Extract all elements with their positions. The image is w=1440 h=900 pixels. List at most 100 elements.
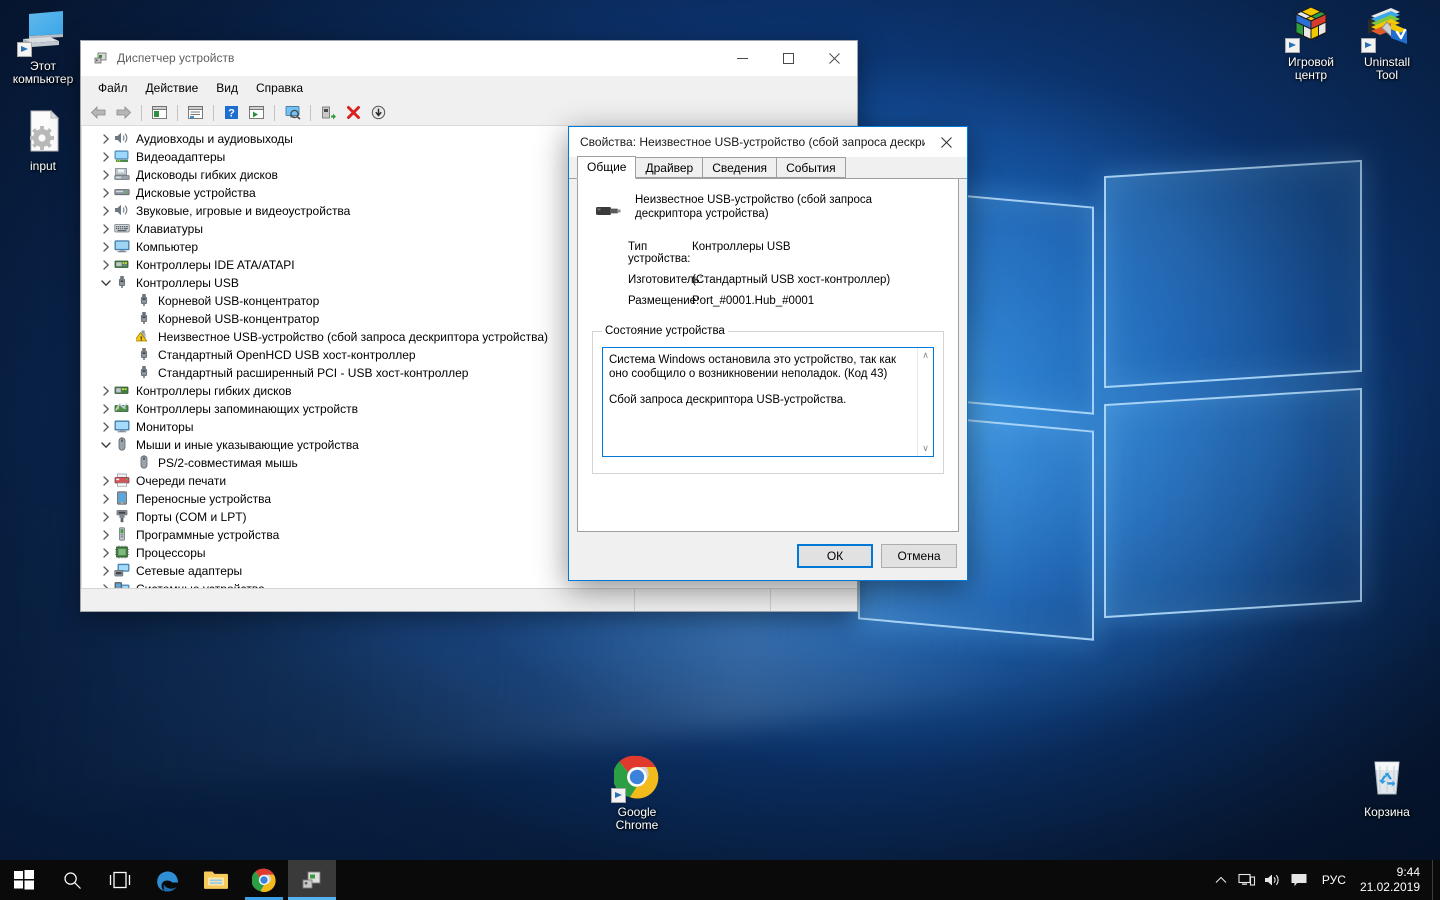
forward-button[interactable] [112, 102, 135, 124]
uninstall-device-button[interactable] [342, 102, 365, 124]
toolbar-separator-1 [141, 104, 142, 121]
cancel-button[interactable]: Отмена [881, 544, 957, 568]
device-manager-toolbar[interactable]: ? [81, 100, 857, 126]
chevron-right-icon[interactable] [98, 509, 114, 525]
wallpaper-pane-2 [1104, 159, 1362, 389]
device-tree-item-label: Очереди печати [136, 474, 227, 488]
device-manager-title: Диспетчер устройств [117, 51, 235, 65]
device-status-legend: Состояние устройства [605, 325, 725, 337]
back-button[interactable] [87, 102, 110, 124]
properties-tabstrip[interactable]: Общие Драйвер Сведения События [569, 156, 967, 179]
tab-события[interactable]: События [776, 157, 846, 178]
chevron-down-icon[interactable] [98, 275, 114, 291]
properties-button[interactable] [148, 102, 171, 124]
chevron-down-icon[interactable] [98, 437, 114, 453]
maximize-button[interactable] [765, 41, 811, 76]
chevron-right-icon[interactable] [98, 581, 114, 588]
update-driver-button[interactable] [245, 102, 268, 124]
tab-драйвер[interactable]: Драйвер [635, 157, 704, 178]
edge-icon[interactable] [144, 860, 192, 900]
desktop-icon-google-chrome[interactable]: Google Chrome [598, 754, 676, 832]
tab-сведения[interactable]: Сведения [702, 157, 778, 178]
chevron-right-icon[interactable] [98, 185, 114, 201]
chevron-right-icon[interactable] [98, 239, 114, 255]
clock[interactable]: 9:44 21.02.2019 [1356, 860, 1432, 900]
toolbar-separator-3 [213, 104, 214, 121]
ok-button[interactable]: ОК [797, 544, 873, 568]
chevron-right-icon[interactable] [98, 527, 114, 543]
chevron-right-icon[interactable] [98, 167, 114, 183]
floppy-controller-icon [114, 383, 131, 399]
scroll-down-arrow[interactable]: ∨ [922, 443, 929, 454]
chevron-right-icon[interactable] [98, 383, 114, 399]
taskbar[interactable]: РУС 9:44 21.02.2019 [0, 860, 1440, 900]
desktop-icon-recycle-bin[interactable]: Корзина [1348, 754, 1426, 819]
device-tree-item-label: Процессоры [136, 546, 206, 560]
device-status-box[interactable]: Система Windows остановила это устройств… [602, 347, 934, 457]
language-indicator[interactable]: РУС [1312, 860, 1356, 900]
device-manager-menubar[interactable]: Файл Действие Вид Справка [81, 76, 857, 100]
start-button[interactable] [0, 860, 48, 900]
chrome-icon[interactable] [240, 860, 288, 900]
toolbar-separator-2 [177, 104, 178, 121]
chevron-right-icon[interactable] [98, 563, 114, 579]
device-field-row: Изготовитель: (Стандартный USB хост-контр… [592, 274, 944, 286]
cpu-icon [114, 545, 131, 561]
desktop-icon-input[interactable]: input [4, 108, 82, 173]
properties-close-button[interactable] [925, 127, 967, 157]
volume-icon[interactable] [1260, 860, 1286, 900]
desktop-icon-label: input [29, 159, 57, 173]
show-desktop-button[interactable] [1432, 860, 1440, 900]
device-fields: Тип устройства: Контроллеры USB Изготовите… [592, 241, 944, 307]
device-status-group: Состояние устройства Система Windows ост… [592, 325, 944, 474]
chevron-right-icon[interactable] [98, 149, 114, 165]
chevron-right-icon[interactable] [98, 473, 114, 489]
menu-item-действие[interactable]: Действие [137, 78, 208, 98]
device-manager-titlebar[interactable]: Диспетчер устройств [81, 41, 857, 76]
desktop-icon-uninstall-tool[interactable]: Uninstall Tool [1348, 4, 1426, 82]
properties-dialog-titlebar[interactable]: Свойства: Неизвестное USB-устройство (сб… [569, 127, 967, 157]
desktop-icon-this-pc[interactable]: Этот компьютер [4, 8, 82, 86]
usb-icon [136, 293, 153, 309]
close-button[interactable] [811, 41, 857, 76]
action-center-icon[interactable] [1286, 860, 1312, 900]
chevron-right-icon[interactable] [98, 545, 114, 561]
device-tree-item-label: Системные устройства [136, 582, 265, 588]
disable-device-button[interactable] [367, 102, 390, 124]
device-tree-item-label: Мониторы [136, 420, 194, 434]
chevron-right-icon[interactable] [98, 401, 114, 417]
file-explorer-icon[interactable] [192, 860, 240, 900]
menu-item-вид[interactable]: Вид [207, 78, 247, 98]
monitor-icon [17, 8, 67, 57]
minimize-button[interactable] [719, 41, 765, 76]
device-manager-taskbar-icon[interactable] [288, 860, 336, 900]
chevron-right-icon[interactable] [98, 131, 114, 147]
device-properties-dialog[interactable]: Свойства: Неизвестное USB-устройство (сб… [568, 126, 968, 581]
device-tree-item-label: Контроллеры запоминающих устройств [136, 402, 358, 416]
chevron-right-icon[interactable] [98, 419, 114, 435]
device-tree-item[interactable]: Системные устройства [98, 580, 857, 588]
help-button[interactable]: ? [220, 102, 243, 124]
show-hidden-icons-arrow[interactable] [1208, 860, 1234, 900]
scroll-up-arrow[interactable]: ∧ [922, 350, 929, 361]
tab-общие[interactable]: Общие [577, 156, 637, 179]
add-device-button[interactable] [317, 102, 340, 124]
status-scrollbar[interactable]: ∧ ∨ [917, 348, 933, 456]
menu-item-файл[interactable]: Файл [89, 78, 137, 98]
system-tray[interactable]: РУС 9:44 21.02.2019 [1208, 860, 1440, 900]
search-icon[interactable] [48, 860, 96, 900]
scan-hardware-button[interactable] [281, 102, 304, 124]
chevron-right-icon[interactable] [98, 257, 114, 273]
desktop-icon-game-center[interactable]: Игровой центр [1272, 4, 1350, 82]
show-hidden-button[interactable] [184, 102, 207, 124]
chevron-right-icon[interactable] [98, 221, 114, 237]
chevron-right-icon[interactable] [98, 203, 114, 219]
device-status-text: Система Windows остановила это устройств… [603, 348, 917, 456]
menu-item-справка[interactable]: Справка [247, 78, 312, 98]
chevron-right-icon[interactable] [98, 491, 114, 507]
desktop[interactable]: Этот компьютер input Игровой центр Unins… [0, 0, 1440, 900]
task-view-icon[interactable] [96, 860, 144, 900]
network-icon[interactable] [1234, 860, 1260, 900]
mouse-icon [136, 455, 153, 471]
